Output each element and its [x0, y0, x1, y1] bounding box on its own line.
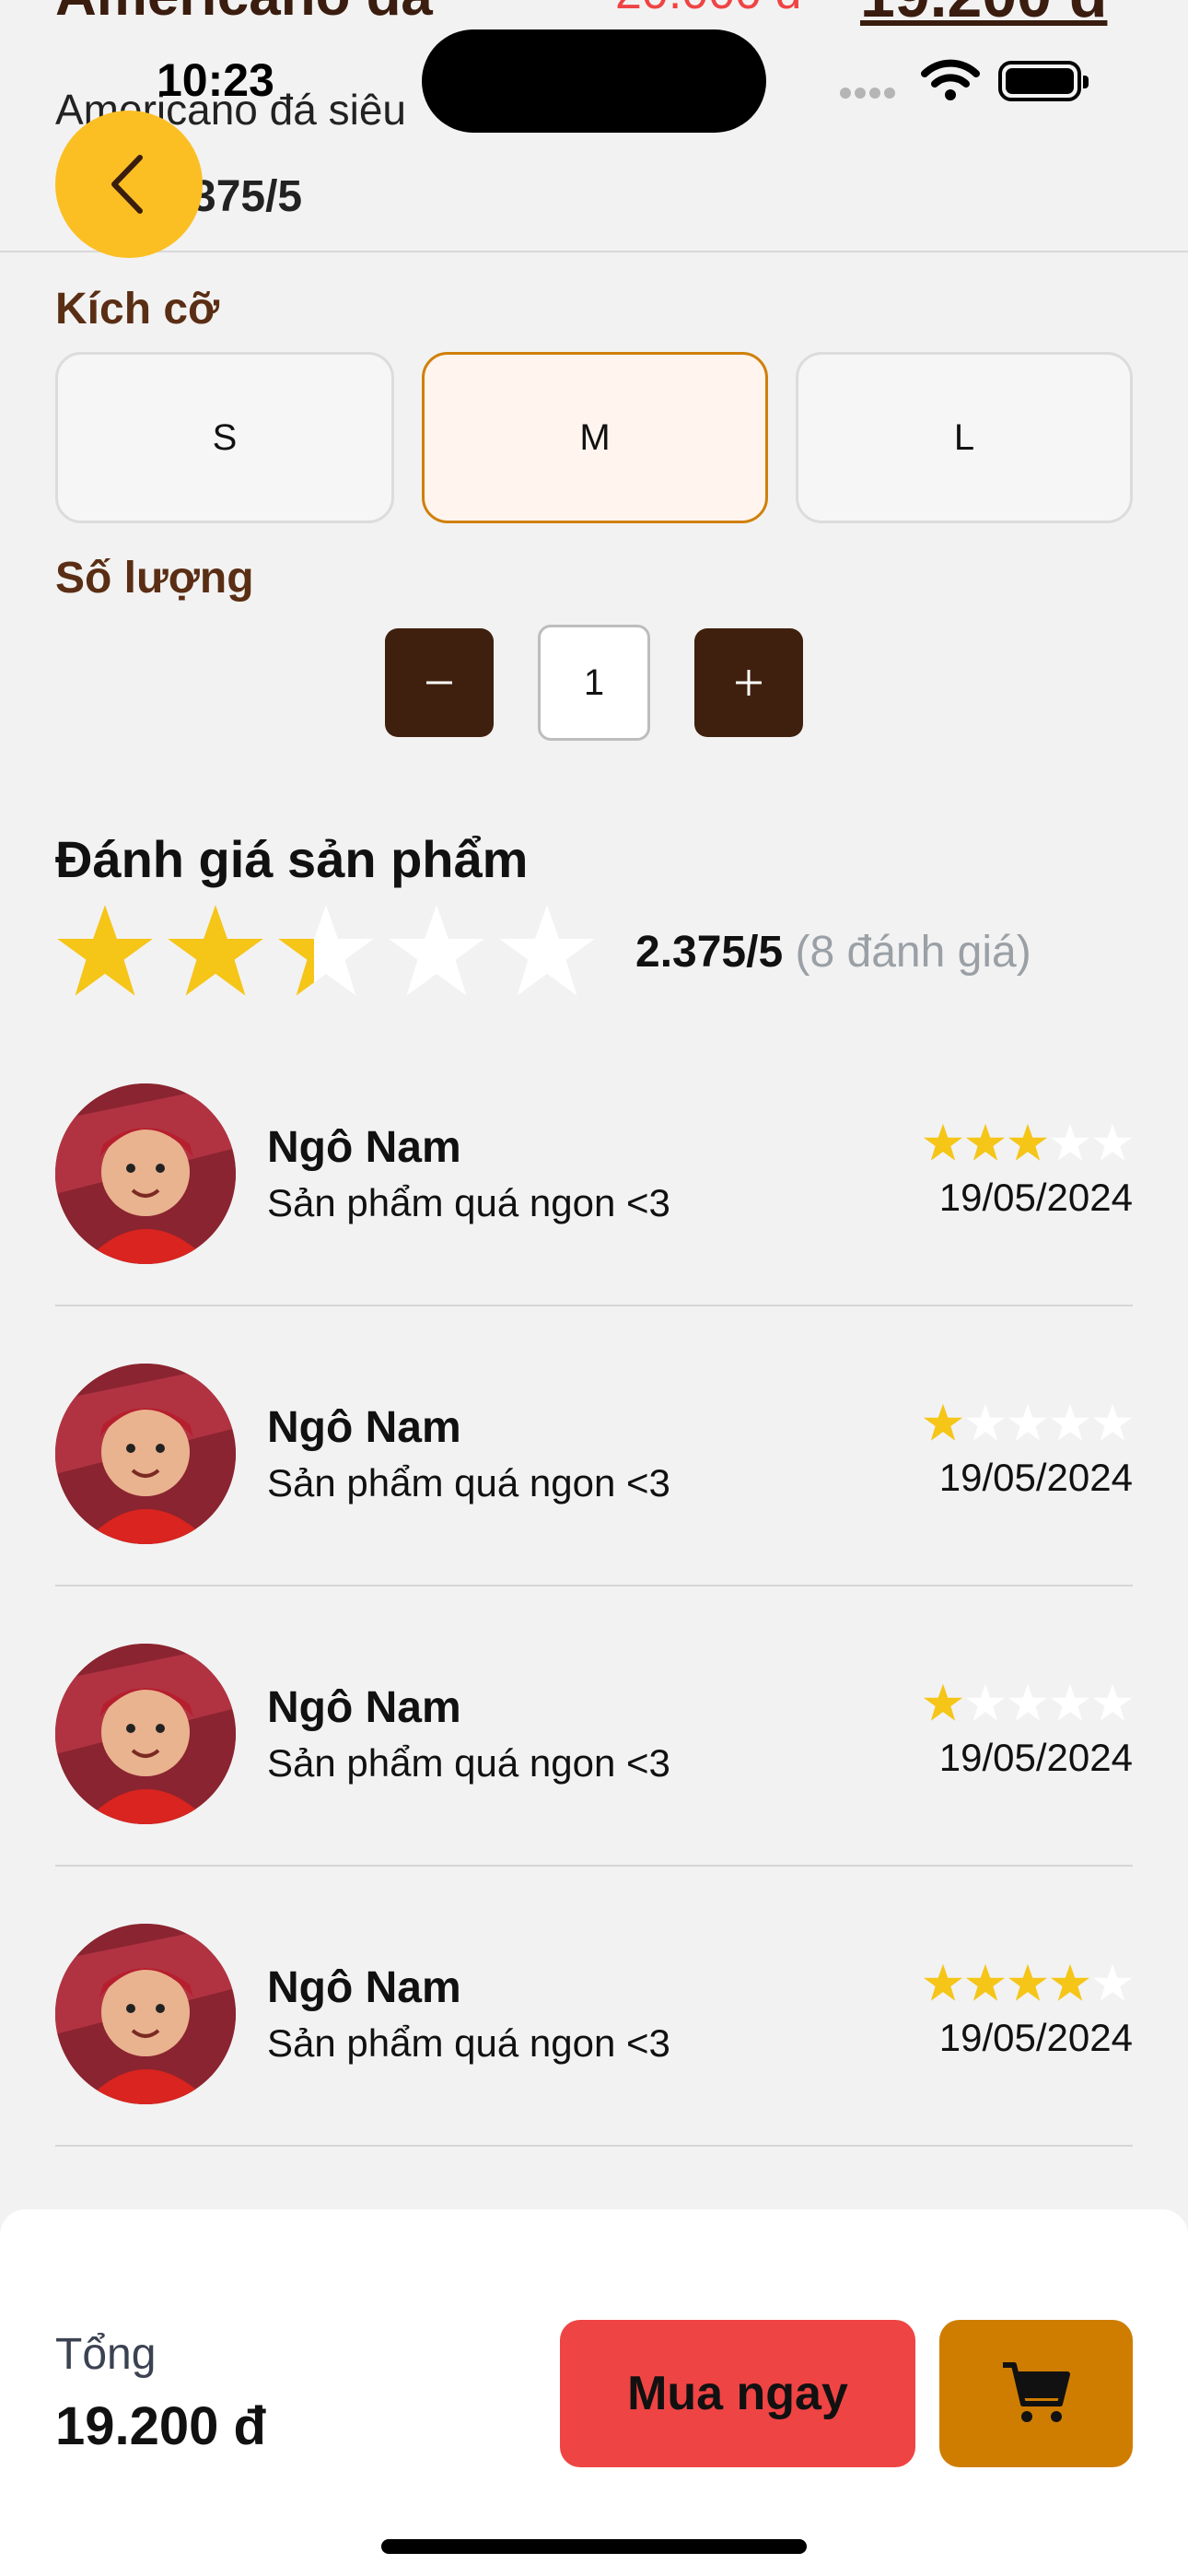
review-stars [923, 1682, 1133, 1723]
star-icon [278, 905, 374, 996]
old-price: 20.000 đ [615, 0, 801, 20]
star-icon [1092, 1963, 1133, 2001]
star-icon [1050, 1683, 1090, 1721]
star-icon [1007, 1123, 1048, 1161]
battery-icon [998, 61, 1089, 101]
review-divider [55, 1865, 1133, 1867]
average-stars [55, 901, 597, 1001]
reviewer-name: Ngô Nam [267, 1963, 461, 2012]
back-button[interactable] [55, 111, 203, 258]
reviews-title: Đánh giá sản phẩm [55, 830, 529, 888]
wifi-icon [921, 57, 980, 106]
plus-icon [736, 670, 762, 696]
star-icon [1007, 1963, 1048, 2001]
review-date: 19/05/2024 [938, 1736, 1133, 1779]
star-icon [389, 905, 484, 996]
total-label: Tổng [55, 2330, 157, 2379]
review-divider [55, 1305, 1133, 1306]
product-rating-short: 375/5 [192, 172, 303, 221]
dynamic-island [422, 29, 766, 133]
star-icon [1092, 1123, 1133, 1161]
signal-icon [840, 87, 899, 103]
size-option-s[interactable]: S [55, 352, 394, 523]
review-divider [55, 2145, 1133, 2147]
back-arrow-icon [111, 155, 143, 214]
star-icon [1050, 1403, 1090, 1441]
avatar [55, 1924, 236, 2104]
minus-icon [426, 681, 452, 685]
size-option-l[interactable]: L [796, 352, 1133, 523]
avatar [55, 1364, 236, 1544]
add-to-cart-button[interactable] [939, 2320, 1133, 2467]
review-date: 19/05/2024 [938, 1456, 1133, 1499]
review-date: 19/05/2024 [938, 2016, 1133, 2059]
reviewer-name: Ngô Nam [267, 1123, 461, 1172]
avatar [55, 1644, 236, 1824]
star-icon [1092, 1403, 1133, 1441]
review-divider [55, 1585, 1133, 1587]
product-name: Americano đá [55, 0, 433, 29]
star-icon [57, 905, 153, 996]
quantity-label: Số lượng [55, 554, 254, 603]
home-indicator [381, 2539, 807, 2554]
review-text: Sản phẩm quá ngon <3 [267, 1461, 670, 1505]
review-stars [923, 1122, 1133, 1163]
quantity-value[interactable]: 1 [538, 625, 650, 741]
status-time: 10:23 [157, 54, 274, 106]
star-icon [1050, 1963, 1090, 2001]
star-icon [965, 1123, 1006, 1161]
star-icon [965, 1683, 1006, 1721]
header-divider [0, 251, 1188, 252]
review-item: Ngô Nam Sản phẩm quá ngon <3 19/05/2024 [55, 1083, 1133, 1364]
star-icon [499, 905, 595, 996]
average-rating-value: 2.375/5 [635, 928, 784, 977]
star-icon [965, 1963, 1006, 2001]
size-label: Kích cỡ [55, 285, 220, 334]
star-icon [965, 1403, 1006, 1441]
review-item: Ngô Nam Sản phẩm quá ngon <3 19/05/2024 [55, 1364, 1133, 1644]
total-value: 19.200 đ [55, 2396, 266, 2456]
review-count: (8 đánh giá) [795, 928, 1031, 977]
star-icon [923, 1403, 963, 1441]
average-rating: 2.375/5 (8 đánh giá) [635, 927, 1031, 978]
increase-quantity-button[interactable] [694, 628, 803, 737]
buy-now-button[interactable]: Mua ngay [560, 2320, 915, 2467]
cart-icon [1003, 2362, 1070, 2422]
star-icon [1007, 1683, 1048, 1721]
size-option-m[interactable]: M [422, 352, 768, 523]
star-icon [923, 1123, 963, 1161]
review-item: Ngô Nam Sản phẩm quá ngon <3 19/05/2024 [55, 1644, 1133, 1924]
review-text: Sản phẩm quá ngon <3 [267, 2021, 670, 2065]
review-text: Sản phẩm quá ngon <3 [267, 1181, 670, 1224]
star-icon [1007, 1403, 1048, 1441]
star-icon [1092, 1683, 1133, 1721]
reviewer-name: Ngô Nam [267, 1403, 461, 1452]
new-price: 19.200 đ [860, 0, 1107, 31]
decrease-quantity-button[interactable] [385, 628, 494, 737]
review-date: 19/05/2024 [938, 1176, 1133, 1219]
review-text: Sản phẩm quá ngon <3 [267, 1741, 670, 1785]
avatar [55, 1083, 236, 1264]
star-icon [923, 1683, 963, 1721]
review-stars [923, 1962, 1133, 2003]
star-icon [1050, 1123, 1090, 1161]
star-icon [168, 905, 263, 996]
reviewer-name: Ngô Nam [267, 1683, 461, 1732]
review-item: Ngô Nam Sản phẩm quá ngon <3 19/05/2024 [55, 1924, 1133, 2204]
star-icon [923, 1963, 963, 2001]
review-stars [923, 1402, 1133, 1443]
